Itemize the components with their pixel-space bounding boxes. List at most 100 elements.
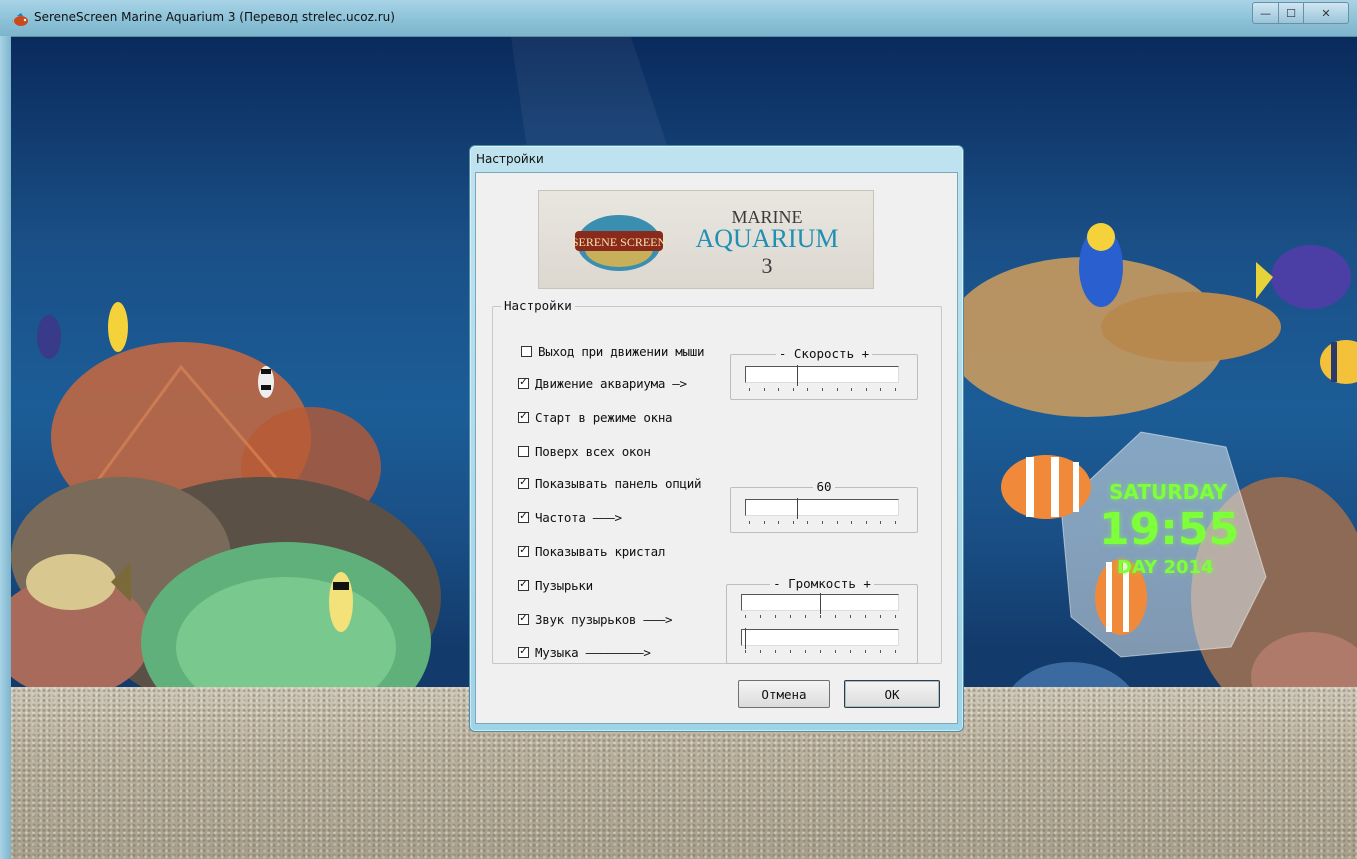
frequency-slider-thumb[interactable] bbox=[797, 498, 804, 519]
slider-tick bbox=[793, 521, 794, 524]
checkbox[interactable]: ✓ bbox=[518, 511, 529, 523]
slider-tick bbox=[895, 650, 896, 653]
clock-date: DAY 2014 bbox=[1117, 557, 1214, 578]
cancel-button[interactable]: Отмена bbox=[738, 680, 830, 708]
slider-tick bbox=[807, 521, 808, 524]
slider-tick bbox=[880, 521, 881, 524]
slider-tick bbox=[749, 521, 750, 524]
option-music[interactable]: ✓ Музыка ————————> bbox=[518, 643, 651, 661]
minimize-icon: — bbox=[1260, 6, 1271, 20]
bubble-volume-slider[interactable] bbox=[741, 593, 899, 614]
frequency-ticks bbox=[749, 521, 896, 525]
frequency-slider[interactable] bbox=[745, 498, 899, 519]
slider-tick bbox=[865, 650, 866, 653]
slider-tick bbox=[778, 521, 779, 524]
checkbox[interactable]: ✓ bbox=[518, 613, 529, 625]
fish-clown-1 bbox=[1001, 455, 1091, 519]
slider-tick bbox=[764, 521, 765, 524]
slider-tick bbox=[775, 650, 776, 653]
window-left-border bbox=[0, 36, 11, 859]
checkbox[interactable]: ✓ bbox=[518, 646, 529, 658]
slider-tick bbox=[850, 650, 851, 653]
option-bubble-sound[interactable]: ✓ Звук пузырьков ———> bbox=[518, 610, 673, 628]
option-frequency[interactable]: ✓ Частота ———> bbox=[518, 508, 622, 526]
fish-striped bbox=[258, 366, 274, 398]
option-label: Частота ———> bbox=[535, 509, 622, 525]
window-controls: — ☐ ✕ bbox=[1252, 2, 1349, 24]
speed-slider[interactable] bbox=[745, 365, 899, 386]
slider-tick bbox=[880, 615, 881, 618]
fish-purple bbox=[1256, 245, 1351, 309]
close-icon: ✕ bbox=[1321, 6, 1331, 20]
settings-dialog: Настройки SERENE SCREEN MARINE AQUARIUM … bbox=[469, 145, 964, 732]
dialog-title: Настройки bbox=[476, 152, 544, 166]
option-label: Старт в режиме окна bbox=[535, 409, 673, 425]
option-label: Пузырьки bbox=[535, 577, 593, 593]
slider-tick bbox=[880, 650, 881, 653]
slider-tick bbox=[745, 615, 746, 618]
slider-tick bbox=[775, 615, 776, 618]
checkbox[interactable]: ✓ bbox=[518, 377, 529, 389]
speed-ticks bbox=[749, 388, 896, 392]
volume-caption: - Громкость + bbox=[770, 576, 874, 591]
slider-tick bbox=[895, 521, 896, 524]
logo-line3: 3 bbox=[762, 253, 773, 278]
speed-caption: - Скорость + bbox=[775, 346, 873, 361]
slider-tick bbox=[807, 388, 808, 391]
checkbox[interactable]: ✓ bbox=[518, 477, 529, 489]
logo-line2: AQUARIUM bbox=[696, 224, 839, 253]
checkbox[interactable]: ✓ bbox=[518, 545, 529, 557]
option-show-options-panel[interactable]: ✓ Показывать панель опций bbox=[518, 474, 702, 492]
slider-tick bbox=[793, 388, 794, 391]
music-volume-thumb[interactable] bbox=[745, 628, 752, 649]
fish-right-edge bbox=[1320, 340, 1357, 384]
music-volume-slider[interactable] bbox=[741, 628, 899, 649]
option-label: Движение аквариума –> bbox=[535, 375, 687, 391]
bubble-volume-thumb[interactable] bbox=[820, 593, 827, 614]
slider-tick bbox=[866, 521, 867, 524]
slider-tick bbox=[865, 615, 866, 618]
logo-art: SERENE SCREEN MARINE AQUARIUM 3 bbox=[572, 207, 839, 278]
frequency-caption: 60 bbox=[813, 479, 835, 494]
fish-app-icon bbox=[12, 13, 28, 26]
slider-tick bbox=[790, 650, 791, 653]
slider-tick bbox=[895, 388, 896, 391]
volume-group: - Громкость + bbox=[726, 576, 918, 664]
option-show-crystal[interactable]: ✓ Показывать кристал bbox=[518, 542, 665, 560]
ok-button[interactable]: OK bbox=[844, 680, 940, 708]
option-aquarium-motion[interactable]: ✓ Движение аквариума –> bbox=[518, 374, 687, 392]
slider-tick bbox=[745, 650, 746, 653]
slider-tick bbox=[760, 650, 761, 653]
slider-tick bbox=[820, 650, 821, 653]
dialog-body: SERENE SCREEN MARINE AQUARIUM 3 Настройк… bbox=[475, 172, 958, 724]
slider-tick bbox=[790, 615, 791, 618]
option-label: Музыка ————————> bbox=[535, 644, 651, 660]
clock-day: SATURDAY bbox=[1109, 480, 1228, 504]
checkbox[interactable]: ✓ bbox=[518, 411, 529, 423]
close-button[interactable]: ✕ bbox=[1304, 2, 1349, 24]
fish-yellow-left bbox=[108, 302, 128, 352]
option-start-windowed[interactable]: ✓ Старт в режиме окна bbox=[518, 408, 673, 426]
checkbox[interactable] bbox=[518, 445, 529, 457]
slider-tick bbox=[820, 615, 821, 618]
slider-tick bbox=[822, 388, 823, 391]
slider-tick bbox=[778, 388, 779, 391]
option-always-on-top[interactable]: Поверх всех окон bbox=[518, 442, 651, 460]
option-label: Выход при движении мыши bbox=[538, 343, 705, 359]
option-label: Звук пузырьков ———> bbox=[535, 611, 673, 627]
speed-slider-thumb[interactable] bbox=[797, 365, 804, 386]
slider-tick bbox=[851, 521, 852, 524]
checkbox[interactable] bbox=[521, 345, 532, 357]
marine-aquarium-logo: SERENE SCREEN MARINE AQUARIUM 3 bbox=[538, 190, 874, 289]
slider-tick bbox=[749, 388, 750, 391]
option-label: Показывать панель опций bbox=[535, 475, 702, 491]
checkbox[interactable]: ✓ bbox=[518, 579, 529, 591]
option-bubbles[interactable]: ✓ Пузырьки bbox=[518, 576, 593, 594]
minimize-button[interactable]: — bbox=[1252, 2, 1279, 24]
maximize-button[interactable]: ☐ bbox=[1279, 2, 1304, 24]
slider-tick bbox=[851, 388, 852, 391]
app-title-bar[interactable]: SereneScreen Marine Aquarium 3 (Перевод … bbox=[0, 0, 1357, 37]
slider-tick bbox=[850, 615, 851, 618]
slider-tick bbox=[880, 388, 881, 391]
option-exit-on-mouse-move[interactable]: Выход при движении мыши bbox=[521, 342, 705, 360]
